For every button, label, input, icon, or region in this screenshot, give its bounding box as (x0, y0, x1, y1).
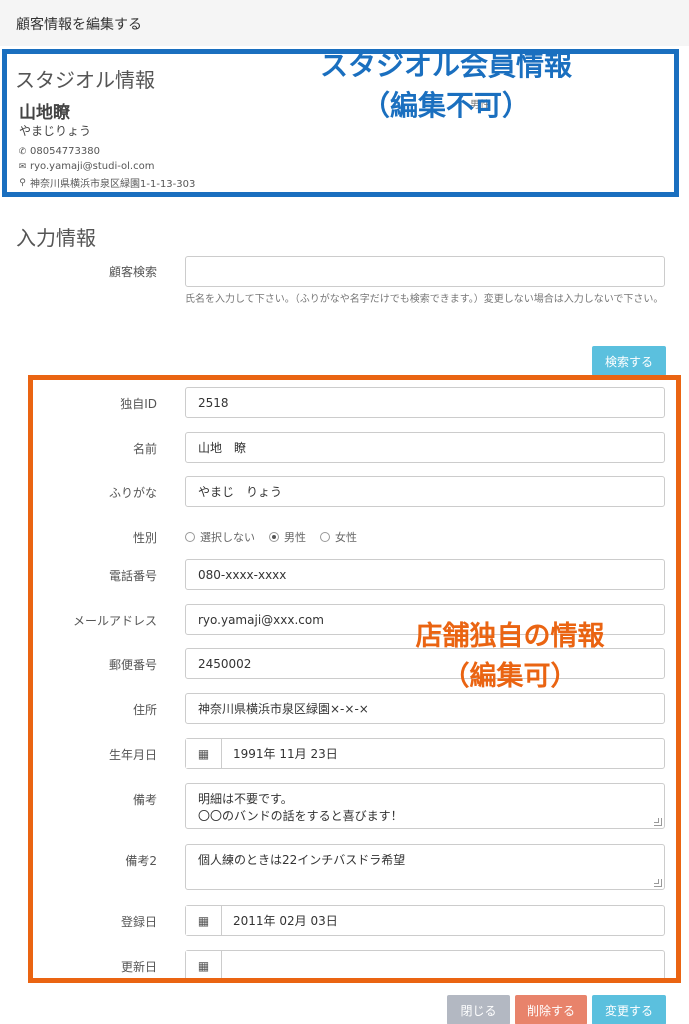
store-info-annotation-title: 店舗独自の情報 (415, 621, 605, 652)
gender-option-female-label: 女性 (335, 531, 357, 544)
member-kana: やまじりょう (19, 124, 92, 138)
custom-id-label: 独自ID (120, 397, 157, 411)
furigana-label: ふりがな (108, 486, 157, 500)
page-title: 顧客情報を編集する (16, 17, 142, 33)
furigana-input[interactable]: やまじ りょう (185, 476, 665, 507)
radio-unchecked-icon[interactable] (320, 532, 330, 542)
radio-unchecked-icon[interactable] (185, 532, 195, 542)
resize-handle-icon[interactable] (654, 818, 662, 826)
note-line: 〇〇のバンドの話をすると喜びます！ (198, 809, 403, 823)
note-line: 明細は不要です。 (198, 792, 293, 806)
registered-input[interactable]: 2011年 02月 03日 (222, 906, 664, 935)
member-address-row: ⚲ 神奈川県横浜市泉区緑園1-1-13-303 (18, 175, 196, 191)
resize-handle-icon[interactable] (654, 879, 662, 887)
registered-date-picker[interactable]: ▦ 2011年 02月 03日 (185, 905, 665, 936)
phone-icon: ✆ (18, 146, 27, 157)
address-label: 住所 (132, 703, 157, 717)
member-phone: 08054773380 (30, 146, 100, 157)
customer-search-input[interactable] (185, 256, 665, 287)
member-info-heading: スタジオル情報 (15, 68, 155, 92)
member-email: ryo.yamaji@studi-ol.com (30, 161, 155, 172)
address-input[interactable]: 神奈川県横浜市泉区緑園×-×-× (185, 693, 665, 724)
gender-radio-group: 選択しない 男性 女性 (185, 529, 357, 545)
updated-date-picker[interactable]: ▦ (185, 950, 665, 981)
calendar-icon[interactable]: ▦ (186, 951, 222, 980)
search-button[interactable]: 検索する (592, 346, 666, 376)
custom-id-input[interactable]: 2518 (185, 387, 665, 418)
close-button[interactable]: 閉じる (447, 995, 510, 1024)
gender-label: 性別 (132, 531, 157, 545)
phone-input[interactable]: 080-xxxx-xxxx (185, 559, 665, 590)
member-address: 神奈川県横浜市泉区緑園1-1-13-303 (30, 179, 196, 190)
gender-option-male[interactable]: 男性 (269, 529, 306, 545)
member-info-annotation-title: スタジオル会員情報 (319, 49, 572, 82)
birthday-date-picker[interactable]: ▦ 1991年 11月 23日 (185, 738, 665, 769)
birthday-label: 生年月日 (108, 748, 157, 762)
note2-line: 個人練のときは22インチバスドラ希望 (198, 853, 406, 867)
birthday-input[interactable]: 1991年 11月 23日 (222, 739, 664, 768)
delete-button[interactable]: 削除する (515, 995, 587, 1024)
gender-option-none-label: 選択しない (200, 531, 255, 544)
member-phone-row: ✆ 08054773380 (18, 146, 100, 157)
member-email-row: ✉ ryo.yamaji@studi-ol.com (18, 161, 155, 172)
name-label: 名前 (132, 442, 157, 456)
customer-search-help: 氏名を入力して下さい。（ふりがなや名字だけでも検索できます。）変更しない場合は入… (185, 294, 664, 305)
updated-input[interactable] (222, 951, 664, 980)
note-textarea[interactable]: 明細は不要です。 〇〇のバンドの話をすると喜びます！ (185, 783, 665, 829)
note2-textarea[interactable]: 個人練のときは22インチバスドラ希望 (185, 844, 665, 890)
store-info-annotation-note: （編集可） (442, 661, 578, 692)
gender-option-none[interactable]: 選択しない (185, 529, 255, 545)
input-info-heading: 入力情報 (16, 226, 96, 250)
member-info-annotation: スタジオル会員情報 （編集不可） (246, 46, 646, 126)
note2-label: 備考2 (125, 854, 157, 868)
envelope-icon: ✉ (18, 161, 27, 172)
updated-label: 更新日 (120, 960, 157, 974)
radio-checked-icon[interactable] (269, 532, 279, 542)
email-label: メールアドレス (72, 614, 157, 628)
calendar-icon[interactable]: ▦ (186, 906, 222, 935)
calendar-icon[interactable]: ▦ (186, 739, 222, 768)
store-info-annotation: 店舗独自の情報 （編集可） (360, 617, 660, 697)
customer-search-label: 顧客検索 (108, 265, 157, 279)
map-marker-icon: ⚲ (19, 177, 26, 188)
member-name: 山地瞭 (19, 103, 70, 123)
member-info-annotation-note: （編集不可） (361, 89, 530, 122)
name-input[interactable]: 山地 瞭 (185, 432, 665, 463)
gender-option-male-label: 男性 (284, 531, 306, 544)
gender-option-female[interactable]: 女性 (320, 529, 357, 545)
note-label: 備考 (132, 793, 157, 807)
postal-label: 郵便番号 (108, 658, 157, 672)
registered-label: 登録日 (120, 915, 157, 929)
update-button[interactable]: 変更する (592, 995, 666, 1024)
phone-label: 電話番号 (108, 569, 157, 583)
